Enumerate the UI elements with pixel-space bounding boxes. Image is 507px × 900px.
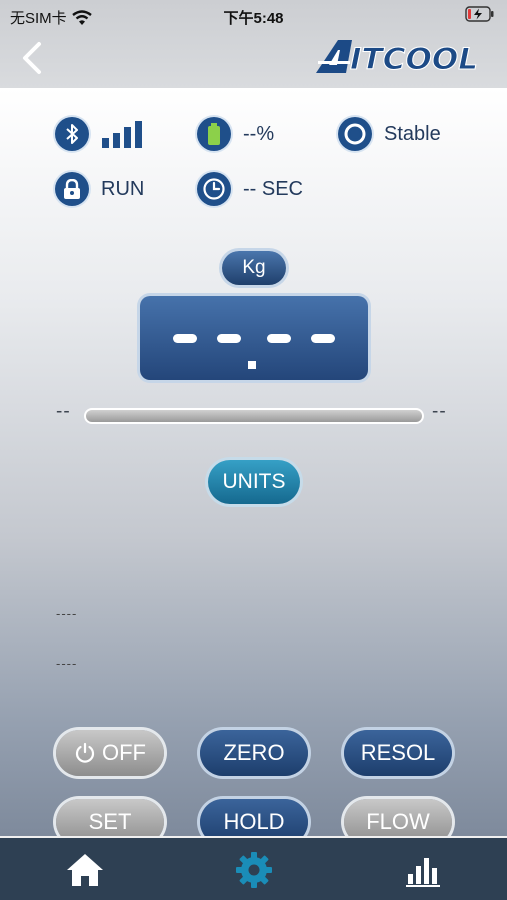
readout-line-2: ---- — [56, 656, 78, 671]
back-chevron-icon[interactable] — [18, 40, 48, 76]
target-icon — [338, 117, 372, 151]
bluetooth-status — [55, 117, 147, 151]
bluetooth-icon — [55, 117, 89, 151]
set-button[interactable]: SET — [56, 799, 164, 836]
battery-icon — [197, 117, 231, 151]
flow-button[interactable]: FLOW — [344, 799, 452, 836]
home-icon — [67, 854, 103, 886]
unit-badge: Kg — [222, 251, 286, 285]
stability-status: Stable — [338, 117, 441, 151]
resol-button[interactable]: RESOL — [344, 730, 452, 776]
readout-line-1: ---- — [56, 606, 78, 621]
decimal-point — [248, 361, 256, 369]
display-digit — [217, 334, 241, 343]
svg-text:ITCOOL: ITCOOL — [350, 42, 478, 76]
aitcool-logo: ITCOOL — [316, 40, 479, 76]
header: 无SIM卡 下午5:48 ITCOOL — [0, 0, 507, 88]
tab-bar — [0, 836, 507, 900]
main-panel: --% Stable RUN -- SEC Kg -- -- UNITS ---… — [0, 88, 507, 836]
mode-label: RUN — [101, 177, 145, 200]
status-time: 下午5:48 — [223, 10, 284, 27]
power-off-button[interactable]: OFF — [56, 730, 164, 776]
zero-button[interactable]: ZERO — [200, 730, 308, 776]
range-progress-bar — [84, 408, 424, 424]
display-digit — [173, 334, 197, 343]
timer-status: -- SEC — [197, 172, 303, 206]
display-digit — [267, 334, 291, 343]
timer-label: -- SEC — [243, 177, 303, 200]
lock-status: RUN — [55, 172, 144, 206]
units-button[interactable]: UNITS — [208, 460, 300, 504]
stability-label: Stable — [384, 122, 441, 145]
tab-home[interactable] — [45, 838, 125, 900]
range-max-label: -- — [432, 401, 447, 422]
lock-icon — [55, 172, 89, 206]
battery-level-status: --% — [197, 117, 274, 151]
progress-track — [86, 410, 422, 422]
signal-bars-icon — [102, 121, 142, 148]
range-min-label: -- — [56, 401, 71, 422]
tab-settings[interactable] — [214, 838, 294, 900]
tab-statistics[interactable] — [383, 838, 463, 900]
battery-value: --% — [243, 122, 275, 145]
status-bar: 无SIM卡 下午5:48 — [0, 0, 507, 30]
battery-status-icon — [465, 6, 494, 22]
gear-icon — [236, 852, 272, 888]
off-label: OFF — [102, 740, 146, 765]
weight-display — [140, 296, 368, 380]
bar-chart-icon — [406, 858, 440, 887]
hold-button[interactable]: HOLD — [200, 799, 308, 836]
power-icon — [75, 742, 95, 763]
clock-icon — [197, 172, 231, 206]
display-digit — [311, 334, 335, 343]
